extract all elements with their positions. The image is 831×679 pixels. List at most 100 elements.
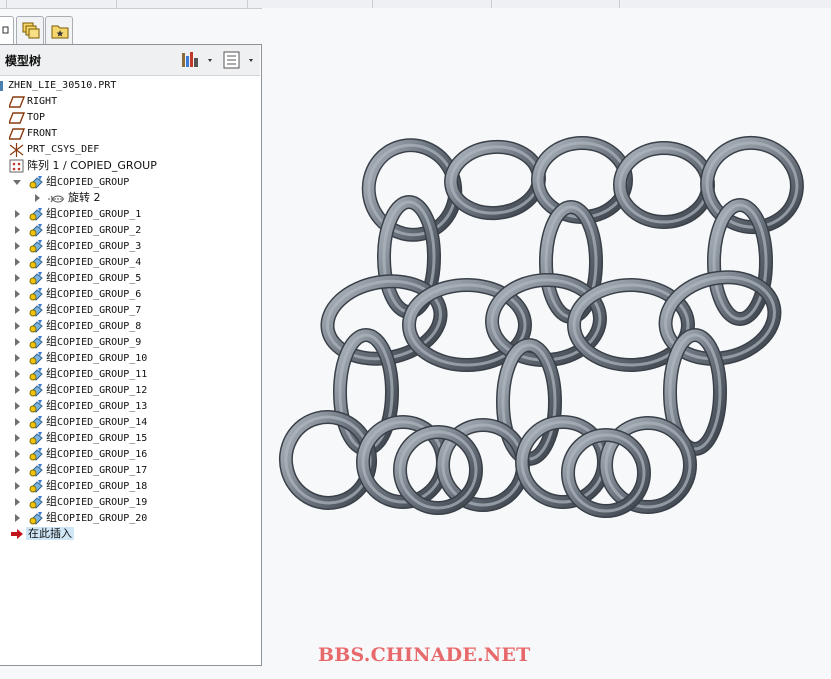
folder-layers-icon bbox=[22, 22, 40, 39]
datum-plane-icon bbox=[7, 111, 26, 125]
expand-arrow-icon[interactable] bbox=[15, 418, 20, 426]
expand-arrow-icon[interactable] bbox=[15, 274, 20, 282]
tab-favorites[interactable] bbox=[45, 16, 73, 44]
expand-arrow-icon[interactable] bbox=[15, 434, 20, 442]
expand-arrow-icon[interactable] bbox=[15, 466, 20, 474]
expand-arrow-icon[interactable] bbox=[15, 258, 20, 266]
tree-item-group-3[interactable]: 组COPIED_GROUP_3 bbox=[0, 238, 258, 254]
toolbar-separator bbox=[491, 0, 492, 8]
tree-item-front[interactable]: FRONT bbox=[0, 126, 258, 142]
tree-item-group-6[interactable]: 组COPIED_GROUP_6 bbox=[0, 286, 258, 302]
group-icon bbox=[28, 495, 44, 509]
tree-settings-button[interactable] bbox=[180, 50, 216, 70]
group-name: COPIED_GROUP_20 bbox=[57, 513, 148, 524]
tree-item-copied-group[interactable]: 组COPIED_GROUP bbox=[0, 174, 258, 190]
expand-arrow-icon[interactable] bbox=[15, 242, 20, 250]
group-icon bbox=[28, 271, 44, 285]
expand-arrow-icon[interactable] bbox=[35, 194, 40, 202]
tab-model-tree[interactable] bbox=[0, 16, 14, 44]
tree-item-pattern[interactable]: 阵列 1 / COPIED_GROUP bbox=[0, 158, 258, 174]
group-prefix: 组 bbox=[46, 335, 57, 348]
group-prefix: 组 bbox=[46, 255, 57, 268]
expand-arrow-icon[interactable] bbox=[15, 402, 20, 410]
tree-item-group-15[interactable]: 组COPIED_GROUP_15 bbox=[0, 430, 258, 446]
tree-item-insert-here[interactable]: 在此插入 bbox=[0, 526, 258, 542]
tree-item-group-20-label: 组COPIED_GROUP_20 bbox=[46, 510, 147, 527]
tree-item-group-1[interactable]: 组COPIED_GROUP_1 bbox=[0, 206, 258, 222]
expand-arrow-icon[interactable] bbox=[15, 514, 20, 522]
tree-item-group-17[interactable]: 组COPIED_GROUP_17 bbox=[0, 462, 258, 478]
tree-item-group-19[interactable]: 组COPIED_GROUP_19 bbox=[0, 494, 258, 510]
expand-arrow-icon[interactable] bbox=[15, 290, 20, 298]
expand-arrow-icon[interactable] bbox=[15, 370, 20, 378]
tree-item-group-16[interactable]: 组COPIED_GROUP_16 bbox=[0, 446, 258, 462]
group-icon bbox=[28, 399, 44, 413]
toolbar-separator bbox=[6, 0, 7, 8]
tree-item-group-13[interactable]: 组COPIED_GROUP_13 bbox=[0, 398, 258, 414]
tree-item-group-7[interactable]: 组COPIED_GROUP_7 bbox=[0, 302, 258, 318]
group-icon bbox=[28, 351, 44, 365]
tree-item-group-2[interactable]: 组COPIED_GROUP_2 bbox=[0, 222, 258, 238]
toolbar-separator bbox=[247, 0, 248, 8]
tree-item-group-18[interactable]: 组COPIED_GROUP_18 bbox=[0, 478, 258, 494]
group-name: COPIED_GROUP_8 bbox=[57, 321, 142, 332]
tree-item-group-18-label: 组COPIED_GROUP_18 bbox=[46, 478, 147, 495]
group-name: COPIED_GROUP_9 bbox=[57, 337, 142, 348]
group-name: COPIED_GROUP_5 bbox=[57, 273, 142, 284]
group-icon bbox=[28, 383, 44, 397]
tree-item-group-12[interactable]: 组COPIED_GROUP_12 bbox=[0, 382, 258, 398]
tree-item-group-9[interactable]: 组COPIED_GROUP_9 bbox=[0, 334, 258, 350]
group-icon bbox=[28, 239, 44, 253]
tree-item-revolve[interactable]: 旋转 2 bbox=[0, 190, 258, 206]
tree-item-insert-here-label: 在此插入 bbox=[26, 526, 74, 542]
tree-item-prt-csys-def[interactable]: PRT_CSYS_DEF bbox=[0, 142, 258, 158]
tree-item-group-8-label: 组COPIED_GROUP_8 bbox=[46, 318, 141, 335]
expand-arrow-icon[interactable] bbox=[15, 322, 20, 330]
toolbar-separator bbox=[116, 0, 117, 8]
group-name: COPIED_GROUP_14 bbox=[57, 417, 148, 428]
tree-item-group-16-label: 组COPIED_GROUP_16 bbox=[46, 446, 147, 463]
group-name: COPIED_GROUP_17 bbox=[57, 465, 148, 476]
group-prefix: 组 bbox=[46, 463, 57, 476]
tree-item-revolve-label: 旋转 2 bbox=[68, 191, 101, 204]
revolve-icon bbox=[47, 191, 64, 205]
tree-filter-button[interactable] bbox=[222, 50, 258, 70]
group-icon bbox=[28, 175, 44, 189]
tree-root-part[interactable]: ZHEN_LIE_30510.PRT bbox=[0, 78, 258, 94]
expand-arrow-icon[interactable] bbox=[15, 210, 20, 218]
tree-item-group-20[interactable]: 组COPIED_GROUP_20 bbox=[0, 510, 258, 526]
expand-arrow-icon[interactable] bbox=[15, 338, 20, 346]
graphics-viewport[interactable] bbox=[262, 8, 831, 675]
pattern-icon bbox=[9, 159, 25, 173]
expand-arrow-icon[interactable] bbox=[15, 354, 20, 362]
tree-item-group-3-label: 组COPIED_GROUP_3 bbox=[46, 238, 141, 255]
expand-arrow-icon[interactable] bbox=[15, 482, 20, 490]
tree-item-group-9-label: 组COPIED_GROUP_9 bbox=[46, 334, 141, 351]
tree-item-group-11[interactable]: 组COPIED_GROUP_11 bbox=[0, 366, 258, 382]
collapse-arrow-icon[interactable] bbox=[13, 180, 21, 185]
group-prefix: 组 bbox=[46, 431, 57, 444]
group-name: COPIED_GROUP_10 bbox=[57, 353, 148, 364]
tab-layers[interactable] bbox=[16, 16, 44, 44]
group-icon bbox=[28, 479, 44, 493]
model-tree-title: 模型树 bbox=[5, 54, 42, 68]
tree-item-top[interactable]: TOP bbox=[0, 110, 258, 126]
tree-item-group-10[interactable]: 组COPIED_GROUP_10 bbox=[0, 350, 258, 366]
expand-arrow-icon[interactable] bbox=[15, 226, 20, 234]
expand-arrow-icon[interactable] bbox=[15, 386, 20, 394]
tree-item-group-5[interactable]: 组COPIED_GROUP_5 bbox=[0, 270, 258, 286]
datum-plane-icon bbox=[7, 95, 26, 109]
group-prefix: 组 bbox=[46, 495, 57, 508]
group-name: COPIED_GROUP_18 bbox=[57, 481, 148, 492]
tree-item-group-14[interactable]: 组COPIED_GROUP_14 bbox=[0, 414, 258, 430]
tree-item-right[interactable]: RIGHT bbox=[0, 94, 258, 110]
expand-arrow-icon[interactable] bbox=[15, 306, 20, 314]
tree-item-group-4[interactable]: 组COPIED_GROUP_4 bbox=[0, 254, 258, 270]
chain-ring bbox=[613, 141, 715, 229]
group-name: COPIED_GROUP_3 bbox=[57, 241, 142, 252]
expand-arrow-icon[interactable] bbox=[15, 498, 20, 506]
tree-item-group-8[interactable]: 组COPIED_GROUP_8 bbox=[0, 318, 258, 334]
group-name: COPIED_GROUP_12 bbox=[57, 385, 148, 396]
expand-arrow-icon[interactable] bbox=[15, 450, 20, 458]
chain-mail-model[interactable] bbox=[262, 8, 831, 675]
